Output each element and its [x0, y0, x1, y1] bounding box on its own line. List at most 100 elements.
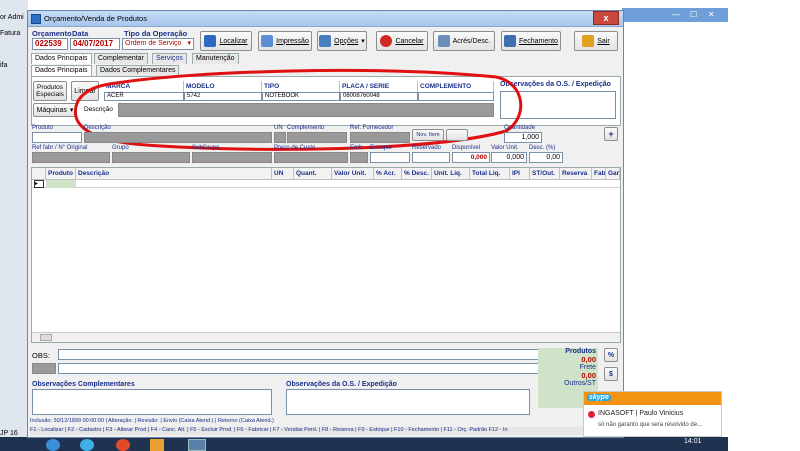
frete-label: Frete	[579, 364, 596, 371]
subgrupo-field[interactable]	[192, 152, 272, 163]
desktop-left-strip: or Admi Fatura ifa JP 16	[0, 0, 28, 451]
obs-complementares-label: Observações Complementares	[32, 381, 135, 388]
opcoes-button[interactable]: Opções ▾	[317, 31, 367, 51]
quantidade-field[interactable]: 1,000	[504, 132, 542, 143]
cancelar-label: Cancelar	[395, 37, 424, 45]
descricao-product-field[interactable]	[84, 132, 272, 143]
col-desc[interactable]: % Desc.	[402, 168, 432, 180]
estoque-field[interactable]	[370, 152, 410, 163]
reservado-field[interactable]	[412, 152, 450, 163]
app-icon	[31, 14, 41, 24]
produto-cell[interactable]	[46, 180, 76, 188]
col-st-out[interactable]: ST/Out.	[530, 168, 560, 180]
col-reserva[interactable]: Reserva	[560, 168, 592, 180]
produtos-total-label: Produtos	[565, 348, 596, 355]
ref-fornecedor-field[interactable]	[350, 132, 410, 143]
impressao-button[interactable]: Impressão	[258, 31, 312, 51]
ref-fabr-field[interactable]	[32, 152, 110, 163]
preco-custo-field[interactable]	[274, 152, 348, 163]
acres-desc-button[interactable]: Acrés/Desc.	[433, 31, 495, 51]
estoque-label: Estoque	[370, 145, 393, 151]
fechamento-label: Fechamento	[519, 37, 558, 45]
obs-color-swatch	[32, 363, 56, 374]
scrollbar-thumb[interactable]	[40, 334, 52, 341]
produto-field[interactable]	[32, 132, 82, 143]
complemento-field[interactable]	[287, 132, 347, 143]
dollar-button[interactable]: $	[604, 367, 618, 381]
options-icon	[319, 35, 332, 47]
nov-item-button[interactable]: Nov. Item	[412, 129, 444, 141]
folder-icon[interactable]	[150, 439, 164, 451]
outros-st-label: Outros/ST	[564, 380, 596, 387]
col-total-liq[interactable]: Total Liq.	[470, 168, 510, 180]
disponivel-field[interactable]: 0,000	[452, 152, 490, 163]
obs-field-2[interactable]	[58, 363, 558, 374]
chevron-down-icon: ▾	[361, 38, 365, 45]
ref-fornecedor-label: Ref. Fornecedor	[350, 125, 394, 131]
shortcuts-bar: F1 - Localizar | F2 - Cadastro | F3 - Al…	[30, 427, 620, 435]
desktop-right-area	[728, 0, 800, 451]
un-field[interactable]	[274, 132, 286, 143]
grupo-field[interactable]	[112, 152, 190, 163]
quantidade-label: Quantidade	[504, 125, 536, 131]
bg-text: JP 16	[0, 430, 18, 437]
desc-pct-field[interactable]: 0,00	[529, 152, 563, 163]
obs-complementares-field[interactable]	[32, 389, 272, 415]
sair-button[interactable]: Sair	[574, 31, 618, 51]
close-icon[interactable]: ✕	[708, 10, 715, 19]
skype-logo: skype	[587, 394, 611, 401]
maximize-icon[interactable]: ☐	[690, 10, 697, 19]
bg-text: ifa	[0, 62, 8, 69]
date-field[interactable]: 04/07/2017	[70, 38, 120, 50]
valor-unit-field[interactable]: 0,000	[491, 152, 527, 163]
add-item-button[interactable]: +	[604, 127, 618, 141]
tipo-operacao-label: Tipo da Operação	[124, 29, 188, 38]
emb-label: Emb.	[350, 145, 365, 151]
disponivel-label: Disponível	[452, 145, 481, 151]
col-un[interactable]: UN	[272, 168, 294, 180]
obs-os-footer-label: Observações da O.S. / Expedição	[286, 381, 397, 388]
acres-desc-label: Acrés/Desc.	[452, 37, 491, 45]
valor-unit-label: Valor Unit.	[491, 145, 519, 151]
f2-button[interactable]	[446, 129, 468, 141]
status-busy-icon	[588, 411, 595, 418]
col-acr[interactable]: % Acr.	[374, 168, 402, 180]
minimize-icon[interactable]: —	[672, 10, 680, 19]
col-valor-unit[interactable]: Valor Unit.	[332, 168, 374, 180]
app-taskbar-icon[interactable]	[188, 439, 206, 451]
tag-icon	[437, 35, 450, 47]
fechamento-button[interactable]: Fechamento	[501, 31, 561, 51]
percent-button[interactable]: %	[604, 348, 618, 362]
bg-text: or Admi	[0, 14, 24, 21]
obs-os-footer-field[interactable]	[286, 389, 530, 415]
emb-field[interactable]	[350, 152, 368, 163]
background-window-titlebar: — ☐ ✕	[622, 8, 728, 22]
obs-field[interactable]	[58, 349, 558, 360]
notification-popup[interactable]: skype INGASOFT | Paulo Vinicius só não g…	[583, 391, 722, 437]
cancel-icon	[380, 35, 393, 47]
impressao-label: Impressão	[276, 37, 309, 45]
col-quant[interactable]: Quant.	[294, 168, 332, 180]
skype-taskbar-icon[interactable]	[80, 439, 94, 451]
chevron-down-icon[interactable]: ▾	[187, 39, 191, 48]
localizar-button[interactable]: Localizar	[200, 31, 252, 51]
chrome-icon[interactable]	[116, 439, 130, 451]
col-descricao[interactable]: Descrição	[76, 168, 272, 180]
cancelar-button[interactable]: Cancelar	[376, 31, 428, 51]
col-ipi[interactable]: IPI	[510, 168, 530, 180]
window-close-button[interactable]: x	[593, 11, 619, 25]
grupo-label: Grupo	[112, 145, 129, 151]
produtos-total-value: 0,00	[581, 355, 596, 364]
col-fab[interactable]: Fab	[592, 168, 606, 180]
col-produto[interactable]: Produto	[46, 168, 76, 180]
tipo-operacao-select[interactable]: Ordem de Serviço ▾	[122, 38, 194, 50]
notification-header: skype	[584, 392, 721, 405]
col-unit-liq[interactable]: Unit. Liq.	[432, 168, 470, 180]
orcamento-number-field[interactable]: 022539	[32, 38, 68, 50]
table-row[interactable]: ▸	[32, 180, 620, 188]
horizontal-scrollbar[interactable]	[32, 332, 620, 342]
ie-icon[interactable]	[46, 439, 60, 451]
grid-header-row: Produto Descrição UN Quant. Valor Unit. …	[32, 168, 620, 180]
col-gar[interactable]: Gar	[606, 168, 620, 180]
tipo-operacao-value: Ordem de Serviço	[125, 40, 182, 47]
